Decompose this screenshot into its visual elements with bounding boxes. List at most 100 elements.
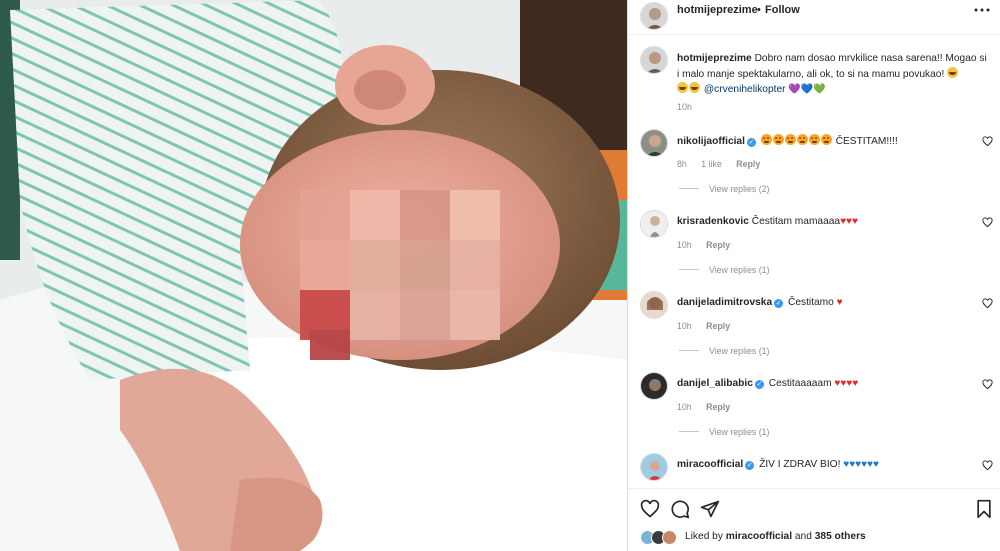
heart-icon[interactable] <box>982 460 993 471</box>
heart-eyes-emoji-icon <box>760 134 772 145</box>
comment-meta: 10h Reply <box>677 240 742 250</box>
caption-mention[interactable]: @crvenihelikopter <box>704 84 786 95</box>
view-replies-button[interactable]: View replies (1) <box>679 427 769 437</box>
comment-meta: 10h Reply <box>677 402 742 412</box>
comment-avatar[interactable] <box>640 291 668 319</box>
comment-avatar-image <box>641 454 667 480</box>
like-heart-icon[interactable] <box>640 499 660 519</box>
post-actions <box>628 488 1000 526</box>
likes-text: Liked by miracoofficial and 385 others <box>685 531 866 542</box>
laughing-emoji-icon <box>947 66 959 78</box>
heart-icon[interactable] <box>982 379 993 390</box>
likes-summary: Liked by miracoofficial and 385 others <box>628 527 1000 551</box>
view-replies-button[interactable]: View replies (2) <box>679 184 769 194</box>
comment-body: Čestitamo <box>787 297 834 308</box>
comment-text: danijeladimitrovska ✓ Čestitamo ♥ <box>677 296 843 309</box>
likes-prefix: Liked by <box>685 531 723 542</box>
view-replies-button[interactable]: View replies (1) <box>679 265 769 275</box>
post-header: hotmijeprezime • Follow <box>628 0 1000 35</box>
reply-button[interactable]: Reply <box>706 240 730 250</box>
comment-time[interactable]: 10h <box>677 402 692 412</box>
comment-meta: 10h Reply <box>677 321 742 331</box>
comment-hearts: ♥♥♥♥♥♥ <box>843 459 879 470</box>
comment-hearts: ♥♥♥♥ <box>834 378 859 389</box>
comment-meta: 8h 1 like Reply <box>677 159 772 169</box>
heart-eyes-emoji-icon <box>784 134 796 145</box>
comment-avatar[interactable] <box>640 372 668 400</box>
reply-button[interactable]: Reply <box>736 159 760 169</box>
more-icon[interactable] <box>973 2 991 18</box>
bookmark-icon[interactable] <box>974 499 994 519</box>
heart-eyes-emoji-icon <box>808 134 820 145</box>
laughing-emoji-icon <box>689 82 700 93</box>
comment-time[interactable]: 10h <box>677 321 692 331</box>
comment-text: danijel_alibabic ✓ Cestitaaaaam ♥♥♥♥ <box>677 377 858 390</box>
heart-icon[interactable] <box>982 298 993 309</box>
post-photo[interactable] <box>0 0 627 551</box>
heart-icon[interactable] <box>982 136 993 147</box>
caption-time[interactable]: 10h <box>677 102 692 112</box>
caption-avatar[interactable] <box>640 46 668 74</box>
separator-dot: • <box>757 4 761 16</box>
heart-eyes-emoji-icon <box>796 134 808 145</box>
comment-avatar-image <box>641 373 667 399</box>
verified-badge-icon: ✓ <box>746 138 756 147</box>
comment-text: krisradenkovic Čestitam mamaaaa♥♥♥ <box>677 215 858 228</box>
verified-badge-icon: ✓ <box>754 380 764 389</box>
comment-hearts: ♥ <box>836 297 843 308</box>
caption-avatar-image <box>641 47 667 73</box>
comment-item: miracoofficial ✓ ŽIV I ZDRAV BIO! ♥♥♥♥♥♥ <box>628 453 1000 487</box>
comment-hearts: ♥♥♥ <box>840 216 858 227</box>
comment-body: ŽIV I ZDRAV BIO! <box>759 459 841 470</box>
comment-time[interactable]: 8h <box>677 159 687 169</box>
comment-avatar-image <box>641 292 667 318</box>
caption-text: hotmijeprezime Dobro nam dosao mrvkilice… <box>677 51 989 98</box>
comment-text: miracoofficial ✓ ŽIV I ZDRAV BIO! ♥♥♥♥♥♥ <box>677 458 879 471</box>
baby-photo-image <box>0 0 627 551</box>
post-panel: hotmijeprezime • Follow hotmijeprezime D… <box>627 0 1000 551</box>
comment-item: danijeladimitrovska ✓ Čestitamo ♥ 10h Rep… <box>628 291 1000 361</box>
laughing-emoji-icon <box>677 82 688 93</box>
comment-username[interactable]: danijeladimitrovska <box>677 297 772 308</box>
share-icon[interactable] <box>700 499 720 519</box>
comment-username[interactable]: danijel_alibabic <box>677 378 753 389</box>
comment-item: nikolijaofficial ✓ ČESTITAM!!!! 8h 1 like… <box>628 129 1000 199</box>
comment-time[interactable]: 10h <box>677 240 692 250</box>
liker-avatars[interactable] <box>640 530 680 546</box>
comment-avatar[interactable] <box>640 453 668 481</box>
comment-icon[interactable] <box>670 499 690 519</box>
comment-avatar-image <box>641 130 667 156</box>
verified-badge-icon: ✓ <box>774 299 784 308</box>
author-avatar[interactable] <box>640 2 668 30</box>
view-replies-button[interactable]: View replies (1) <box>679 346 769 356</box>
verified-badge-icon: ✓ <box>745 461 755 470</box>
comment-body: Cestitaaaaam <box>768 378 832 389</box>
likes-user[interactable]: miracoofficial <box>726 531 792 542</box>
comment-avatar[interactable] <box>640 129 668 157</box>
comment-item: danijel_alibabic ✓ Cestitaaaaam ♥♥♥♥ 10h … <box>628 372 1000 442</box>
likes-others[interactable]: 385 others <box>815 531 866 542</box>
comment-username[interactable]: nikolijaofficial <box>677 136 745 147</box>
comment-item: krisradenkovic Čestitam mamaaaa♥♥♥ 10h R… <box>628 210 1000 280</box>
caption-line-1: Dobro nam dosao mrvkilice nasa sarena!! … <box>754 53 977 64</box>
author-avatar-image <box>641 3 667 29</box>
comment-body: Čestitam mamaaaa <box>751 216 841 227</box>
follow-button[interactable]: Follow <box>765 4 800 16</box>
comment-body: ČESTITAM!!!! <box>835 136 898 147</box>
caption-hearts: 💜💙💚 <box>788 84 826 95</box>
comment-text: nikolijaofficial ✓ ČESTITAM!!!! <box>677 134 898 148</box>
heart-icon[interactable] <box>982 217 993 228</box>
caption-username[interactable]: hotmijeprezime <box>677 53 752 64</box>
reply-button[interactable]: Reply <box>706 321 730 331</box>
liker-avatar <box>662 530 677 545</box>
comment-avatar-image <box>641 211 667 237</box>
comment-username[interactable]: miracoofficial <box>677 459 743 470</box>
heart-eyes-emoji-icon <box>820 134 832 145</box>
comment-username[interactable]: krisradenkovic <box>677 216 749 227</box>
comment-avatar[interactable] <box>640 210 668 238</box>
reply-button[interactable]: Reply <box>706 402 730 412</box>
author-username[interactable]: hotmijeprezime <box>677 4 758 16</box>
likes-and: and <box>794 531 812 542</box>
comment-likes[interactable]: 1 like <box>701 159 722 169</box>
heart-eyes-emoji-icon <box>772 134 784 145</box>
